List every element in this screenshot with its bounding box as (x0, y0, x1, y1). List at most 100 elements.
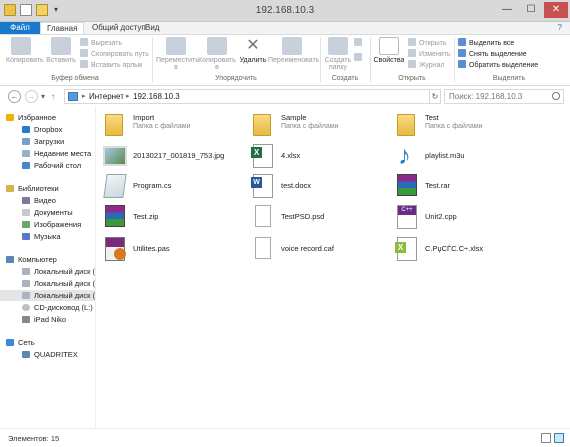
downloads-icon (22, 138, 30, 145)
list-item[interactable]: С.РџСЃС.С÷.xlsx (389, 235, 539, 265)
sidebar-item-music[interactable]: Музыка (22, 231, 95, 242)
sidebar-item-documents[interactable]: Документы (22, 207, 95, 218)
folder-icon (397, 114, 415, 136)
minimize-button[interactable]: — (496, 2, 518, 18)
search-box[interactable] (444, 89, 564, 104)
drive-icon (22, 292, 30, 299)
sidebar-computer[interactable]: Компьютер (6, 254, 57, 265)
sidebar-item-drive-d[interactable]: Локальный диск (D:) (22, 278, 95, 289)
recent-locations-button[interactable]: ▾ (41, 90, 45, 103)
sidebar-item-drive-e[interactable]: Локальный диск (E:) (0, 290, 95, 301)
list-item[interactable]: Import Папка с файлами (97, 110, 247, 140)
status-bar: Элементов: 15 (0, 428, 570, 447)
pas-file-icon (105, 237, 126, 261)
back-button[interactable]: ← (8, 90, 21, 103)
shortcut-icon (80, 60, 88, 68)
properties-button[interactable]: Свойства (372, 37, 406, 64)
sidebar-item-dropbox[interactable]: Dropbox (22, 124, 95, 135)
sidebar-favorites[interactable]: Избранное (6, 112, 56, 123)
sidebar-item-ipad[interactable]: iPad Niko (22, 314, 95, 325)
list-item[interactable]: Program.cs (97, 172, 247, 202)
ribbon-tabs: Файл Главная Общий доступ Вид ? (0, 22, 570, 34)
group-label-select: Выделить (492, 75, 526, 82)
delete-button[interactable]: ✕ Удалить (238, 37, 268, 64)
list-item[interactable]: playlist.m3u (389, 140, 539, 172)
list-item[interactable]: TestPSD.psd (245, 203, 395, 233)
list-item[interactable]: Test Папка с файлами (389, 110, 539, 140)
sidebar-item-drive-c[interactable]: Локальный диск (C:) (22, 266, 95, 277)
computer-icon (6, 256, 14, 263)
list-item[interactable]: Utilites.pas (97, 235, 247, 265)
sidebar-network[interactable]: Сеть (6, 337, 35, 348)
up-button[interactable]: ↑ (51, 90, 55, 103)
open-button[interactable]: Открыть (408, 38, 447, 47)
easy-access-icon (354, 53, 362, 61)
cs-file-icon (103, 174, 127, 198)
network-icon (6, 339, 14, 346)
tab-home[interactable]: Главная (40, 22, 84, 34)
copy-button[interactable]: Копировать (6, 37, 44, 64)
sidebar-libraries[interactable]: Библиотеки (6, 183, 59, 194)
copy-to-button[interactable]: Копировать в (198, 37, 236, 71)
address-bar[interactable]: ▸ Интернет ▸ 192.168.10.3 (64, 89, 430, 104)
sidebar-item-desktop[interactable]: Рабочий стол (22, 160, 95, 171)
invert-selection-button[interactable]: Обратить выделение (458, 60, 538, 69)
sidebar-item-quadritex[interactable]: QUADRITEX (22, 349, 95, 360)
scissors-icon (80, 38, 88, 46)
select-none-icon (458, 49, 466, 57)
paste-shortcut-button[interactable]: Вставить ярлык (80, 60, 142, 69)
maximize-button[interactable]: ☐ (520, 2, 542, 18)
select-all-button[interactable]: Выделить все (458, 38, 514, 47)
sidebar-item-downloads[interactable]: Загрузки (22, 136, 95, 147)
paste-button[interactable]: Вставить (46, 37, 76, 64)
group-label-clipboard: Буфер обмена (51, 75, 99, 82)
sidebar-item-pictures[interactable]: Изображения (22, 219, 95, 230)
list-item[interactable]: 4.xlsx (245, 142, 395, 172)
move-to-button[interactable]: Переместить в (156, 37, 199, 71)
search-input[interactable] (445, 90, 549, 103)
breadcrumb-internet[interactable]: Интернет (89, 92, 124, 101)
drive-icon (22, 280, 30, 287)
breadcrumb-separator: ▸ (126, 93, 130, 100)
image-file-icon (103, 146, 127, 166)
breadcrumb-host[interactable]: 192.168.10.3 (133, 92, 180, 101)
rename-button[interactable]: Переименовать (268, 37, 319, 64)
sidebar-item-cd-drive[interactable]: CD-дисковод (L:) (22, 302, 95, 313)
new-folder-button[interactable]: Создать папку (324, 37, 352, 71)
list-item[interactable]: test.docx (245, 172, 395, 202)
music-icon (22, 233, 30, 240)
excel-file-icon (251, 144, 273, 168)
list-item[interactable]: Sample Папка с файлами (245, 110, 395, 140)
sidebar-item-video[interactable]: Видео (22, 195, 95, 206)
copy-path-button[interactable]: Скопировать путь (80, 49, 149, 58)
easy-access-button[interactable] (354, 53, 365, 62)
tab-file[interactable]: Файл (0, 22, 40, 34)
close-button[interactable]: ✕ (544, 2, 568, 18)
new-item-button[interactable] (354, 38, 365, 47)
cut-button[interactable]: Вырезать (80, 38, 122, 47)
history-button[interactable]: Журнал (408, 60, 445, 69)
list-item[interactable]: Test.rar (389, 172, 539, 202)
tab-view[interactable]: Вид (139, 22, 165, 34)
csv-file-icon (395, 237, 417, 261)
refresh-button[interactable]: ↻ (430, 89, 441, 104)
list-item[interactable]: voice record.caf (245, 235, 395, 265)
rar-file-icon (397, 174, 417, 196)
list-item[interactable]: 20130217_001819_753.jpg (97, 142, 247, 172)
list-item[interactable]: Test.zip (97, 203, 247, 233)
zip-file-icon (105, 205, 125, 227)
help-button[interactable]: ? (558, 22, 562, 34)
list-item[interactable]: Unit2.cpp (389, 203, 539, 233)
group-label-organize: Упорядочить (215, 75, 257, 82)
cd-icon (22, 304, 30, 311)
details-view-button[interactable] (541, 433, 551, 443)
sidebar-item-recent-places[interactable]: Недавние места (22, 148, 95, 159)
tiles-view-button[interactable] (554, 433, 564, 443)
dropbox-icon (22, 126, 30, 133)
forward-button[interactable]: → (25, 90, 38, 103)
psd-file-icon (255, 205, 271, 227)
computer-icon (22, 351, 30, 358)
group-label-open: Открыть (398, 75, 426, 82)
select-none-button[interactable]: Снять выделение (458, 49, 527, 58)
edit-button[interactable]: Изменить (408, 49, 451, 58)
